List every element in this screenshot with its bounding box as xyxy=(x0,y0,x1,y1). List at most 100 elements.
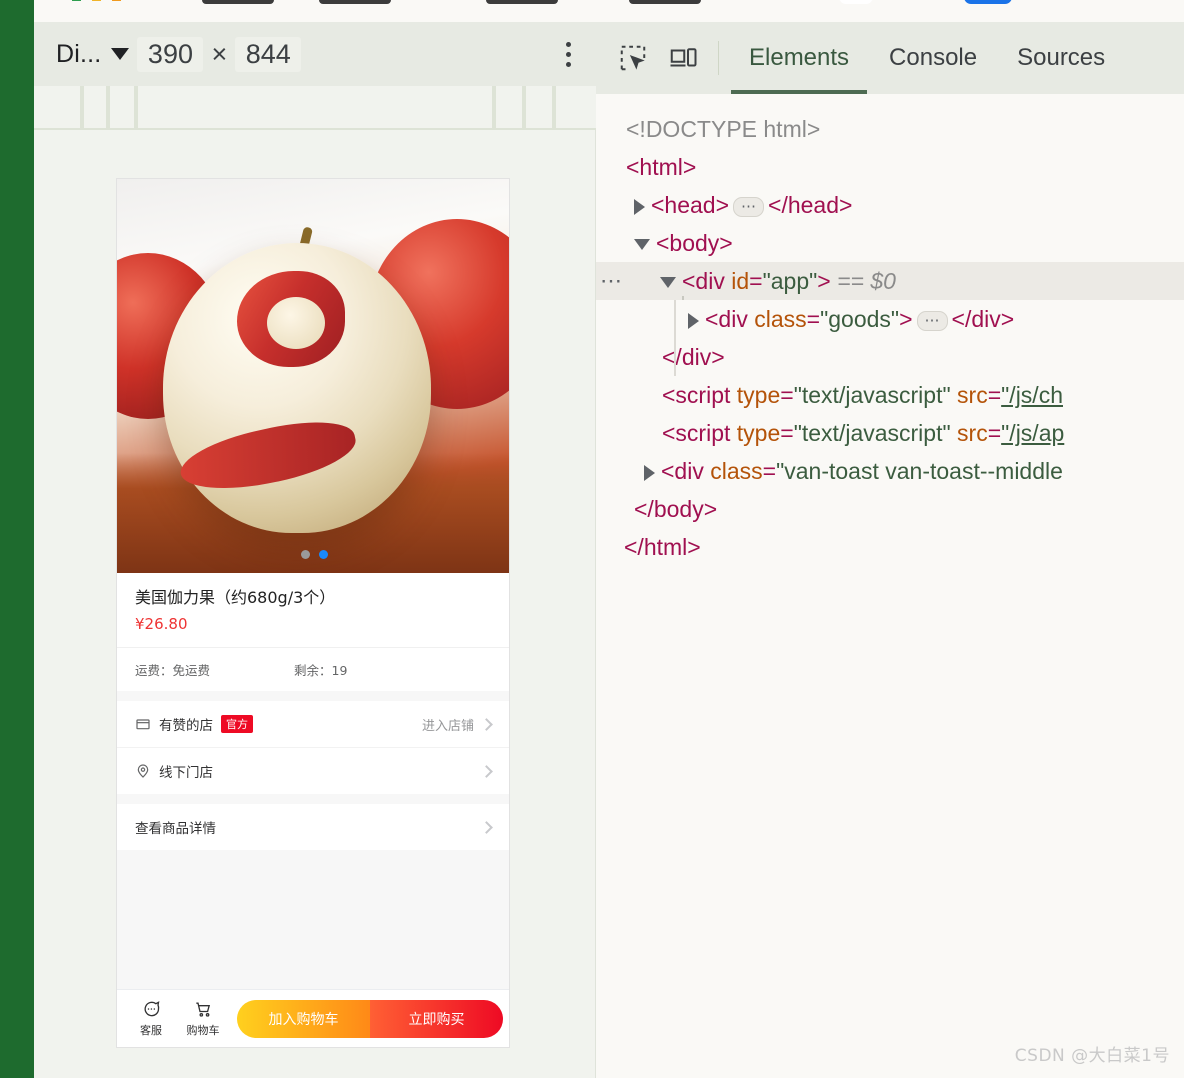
head-open-tag: <head> xyxy=(651,192,730,218)
dom-node-body-close[interactable]: </body> xyxy=(596,490,1184,528)
device-toolbar-button[interactable] xyxy=(660,35,706,81)
eq-sign: = xyxy=(780,420,794,446)
window-left-rail xyxy=(0,0,34,1078)
collapsed-children-icon[interactable]: ⋯ xyxy=(916,310,948,331)
store-row[interactable]: 有赞的店 官方 进入店铺 xyxy=(117,701,509,747)
dom-node-doctype[interactable]: <!DOCTYPE html> xyxy=(596,110,1184,148)
console-ref: == $0 xyxy=(837,268,896,294)
inspect-element-icon xyxy=(620,45,646,71)
device-height-input[interactable]: 844 xyxy=(235,36,302,72)
dom-node-body-open[interactable]: <body> xyxy=(596,224,1184,262)
dom-node-div-toast[interactable]: <div class="van-toast van-toast--middle xyxy=(596,452,1184,490)
div-toast-attr: class xyxy=(710,458,763,484)
dimension-separator: × xyxy=(211,38,228,69)
eq-sign: = xyxy=(987,382,1002,408)
chrome-tab-3[interactable] xyxy=(486,0,558,4)
view-detail-chevron[interactable] xyxy=(480,821,493,834)
chevron-right-icon xyxy=(480,821,493,834)
chrome-tab-4[interactable] xyxy=(629,0,701,4)
dom-node-head[interactable]: <head> ⋯ </head> xyxy=(596,186,1184,224)
buy-now-button[interactable]: 立即购买 xyxy=(370,999,503,1038)
browser-chrome-strip xyxy=(34,0,1184,22)
div-app-end-tag: </div> xyxy=(662,344,725,370)
ruler-tick xyxy=(80,86,84,130)
purchase-button-group: 加入购物车 立即购买 xyxy=(237,999,503,1038)
watermark: CSDN @大白菜1号 xyxy=(1014,1046,1170,1066)
view-detail-row[interactable]: 查看商品详情 xyxy=(117,804,509,850)
location-pin-icon xyxy=(135,763,151,779)
store-enter[interactable]: 进入店铺 xyxy=(422,715,493,734)
cart-button[interactable]: 购物车 xyxy=(177,999,229,1038)
chrome-action-pill[interactable] xyxy=(964,0,1012,4)
chrome-dot-green xyxy=(72,0,81,1)
store-card: 有赞的店 官方 进入店铺 线下门店 xyxy=(117,701,509,795)
div-toast-tag: <div xyxy=(661,458,704,484)
device-selector[interactable]: Di... xyxy=(48,36,137,73)
store-name: 有赞的店 xyxy=(159,718,213,735)
chrome-tab-2[interactable] xyxy=(319,0,391,4)
phone-viewport: 美国伽力果（约680g/3个） ¥26.80 运费：免运费 剩余：19 有赞的店 xyxy=(116,178,510,1048)
dom-node-div-goods[interactable]: <div class="goods"> ⋯ </div> xyxy=(596,300,1184,338)
dom-node-script-1[interactable]: <script type="text/javascript" src="/js/… xyxy=(596,376,1184,414)
ruler-tick xyxy=(106,86,110,130)
cart-label: 购物车 xyxy=(186,1024,220,1037)
carousel-dots xyxy=(117,550,509,559)
tab-console[interactable]: Console xyxy=(871,22,995,94)
div-app-tag: <div xyxy=(682,268,725,294)
collapse-triangle-icon[interactable] xyxy=(660,277,676,289)
dom-node-div-close[interactable]: </div> xyxy=(596,338,1184,376)
div-goods-tag: <div xyxy=(705,306,748,332)
device-width-input[interactable]: 390 xyxy=(137,36,204,72)
tab-elements[interactable]: Elements xyxy=(731,22,867,94)
carousel-dot[interactable] xyxy=(300,550,310,559)
offline-store-row[interactable]: 线下门店 xyxy=(117,747,509,794)
script1-src-value[interactable]: "/js/ch xyxy=(1001,382,1063,408)
chevron-right-icon xyxy=(480,765,493,778)
eq-sign: = xyxy=(806,306,821,332)
shipping-label: 运费：免运费 xyxy=(135,663,211,679)
div-goods-close-bracket: > xyxy=(899,306,913,332)
inspect-element-button[interactable] xyxy=(610,35,656,81)
script1-tag: <script xyxy=(662,382,731,408)
carousel-dot-active[interactable] xyxy=(318,550,328,559)
script1-attr-src: src xyxy=(957,382,988,408)
div-goods-end-tag: </div> xyxy=(951,306,1015,332)
device-ruler xyxy=(34,86,596,130)
customer-service-button[interactable]: 客服 xyxy=(125,999,177,1038)
eq-sign: = xyxy=(780,382,794,408)
ruler-tick xyxy=(552,86,556,130)
device-selector-label: Di... xyxy=(56,39,102,68)
script1-type-value: "text/javascript" xyxy=(793,382,951,408)
script2-attr-type: type xyxy=(736,420,781,446)
dom-node-script-2[interactable]: <script type="text/javascript" src="/js/… xyxy=(596,414,1184,452)
tree-guide-line xyxy=(674,300,676,338)
chrome-extension-badge[interactable] xyxy=(839,0,873,4)
dom-node-html-open[interactable]: <html> xyxy=(596,148,1184,186)
chevron-down-icon xyxy=(111,48,130,60)
node-badge-icon[interactable]: ⋯ xyxy=(600,262,624,300)
view-detail-label: 查看商品详情 xyxy=(135,821,216,838)
tab-sources[interactable]: Sources xyxy=(999,22,1123,94)
chrome-tab-1[interactable] xyxy=(202,0,274,4)
script2-src-value[interactable]: "/js/ap xyxy=(1001,420,1064,446)
collapse-triangle-icon[interactable] xyxy=(634,239,650,251)
dom-node-html-close[interactable]: </html> xyxy=(596,528,1184,566)
product-detail-card: 查看商品详情 xyxy=(117,804,509,851)
script2-tag: <script xyxy=(662,420,731,446)
product-gallery[interactable] xyxy=(117,179,509,573)
apple-peel-flesh xyxy=(267,297,325,349)
script2-attr-src: src xyxy=(957,420,988,446)
dom-node-div-app[interactable]: ⋯ <div id="app"> == $0 xyxy=(596,262,1184,300)
toolbar-divider xyxy=(718,41,719,75)
offline-store-chevron[interactable] xyxy=(480,765,493,778)
add-to-cart-button[interactable]: 加入购物车 xyxy=(237,999,370,1038)
collapsed-children-icon[interactable]: ⋯ xyxy=(733,196,765,217)
body-open-tag: <body> xyxy=(656,230,733,256)
chat-bubble-icon xyxy=(144,1001,160,1017)
html-close-tag: </html> xyxy=(624,534,701,560)
expand-triangle-icon[interactable] xyxy=(634,198,645,215)
kebab-menu-icon[interactable] xyxy=(554,37,582,71)
expand-triangle-icon[interactable] xyxy=(688,312,699,329)
product-price: ¥26.80 xyxy=(135,615,188,634)
expand-triangle-icon[interactable] xyxy=(644,464,655,481)
